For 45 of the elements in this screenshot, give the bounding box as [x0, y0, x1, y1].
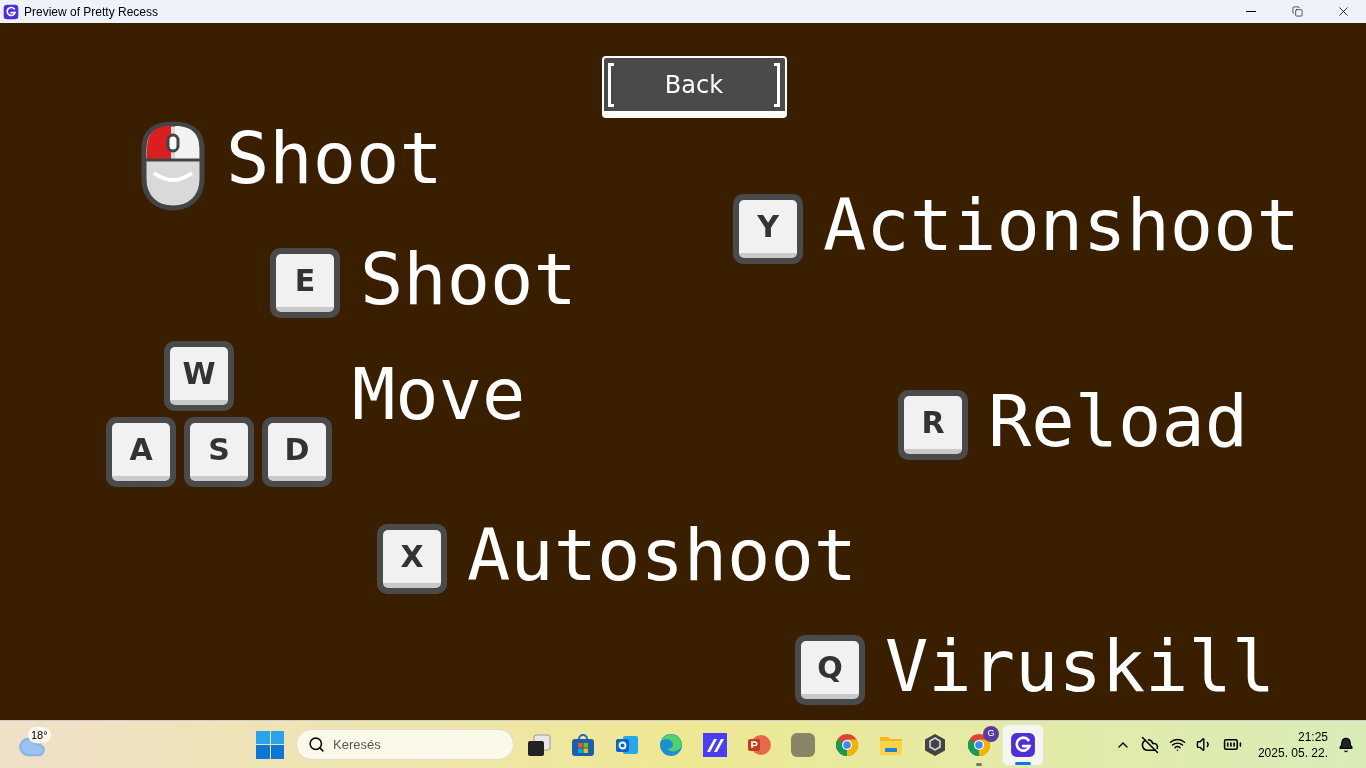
- cube-icon: [923, 732, 947, 757]
- action-label: Autoshoot: [467, 513, 858, 597]
- action-label: Actionshoot: [823, 183, 1300, 267]
- editor-app-icon: [703, 732, 727, 757]
- action-label: Move: [352, 352, 526, 436]
- key-cap: D: [262, 417, 332, 487]
- cloud-off-icon[interactable]: [1140, 735, 1159, 754]
- temperature-label: 18°: [28, 726, 51, 743]
- key-cap: X: [377, 524, 447, 594]
- task-view-icon: [526, 732, 552, 757]
- key-cap: Y: [733, 194, 803, 264]
- taskbar-app-button[interactable]: G: [958, 723, 1000, 766]
- key-cap: A: [106, 417, 176, 487]
- key-cap: E: [270, 248, 340, 318]
- minimize-icon: [1246, 11, 1256, 12]
- browser-icon: [835, 732, 859, 757]
- clock-date[interactable]: 2025. 05. 22.: [1257, 744, 1328, 761]
- key-cap: S: [184, 417, 254, 487]
- app-logo-icon: [1010, 731, 1036, 758]
- running-indicator: [1015, 761, 1031, 765]
- action-label: Shoot: [360, 237, 577, 321]
- search-field[interactable]: Keresés: [296, 729, 514, 760]
- action-label: Shoot: [226, 116, 443, 200]
- action-label: Viruskill: [885, 624, 1276, 708]
- search-icon: [308, 736, 325, 753]
- wifi-icon[interactable]: [1168, 736, 1186, 753]
- running-indicator: [976, 762, 982, 766]
- clock-time[interactable]: 21:25: [1297, 728, 1328, 745]
- profile-badge: G: [983, 725, 999, 742]
- app-placeholder-icon: [791, 732, 815, 757]
- taskbar-app-button[interactable]: [1002, 723, 1044, 766]
- window-title: Preview of Pretty Recess: [24, 3, 159, 21]
- notification-bell-icon[interactable]: [1338, 736, 1354, 753]
- action-label: Reload: [988, 379, 1249, 463]
- presentation-app-icon: [747, 732, 771, 757]
- start-button[interactable]: [256, 730, 284, 759]
- mouse-icon: [140, 121, 206, 211]
- store-bag-icon: [571, 732, 595, 757]
- back-button[interactable]: Back: [601, 56, 787, 118]
- key-cap: R: [898, 390, 968, 460]
- browser-wave-icon: [659, 732, 683, 757]
- restore-icon: [1291, 6, 1303, 17]
- key-cap: W: [164, 341, 234, 411]
- key-cap: Q: [795, 635, 865, 705]
- app-logo-icon: [3, 3, 19, 20]
